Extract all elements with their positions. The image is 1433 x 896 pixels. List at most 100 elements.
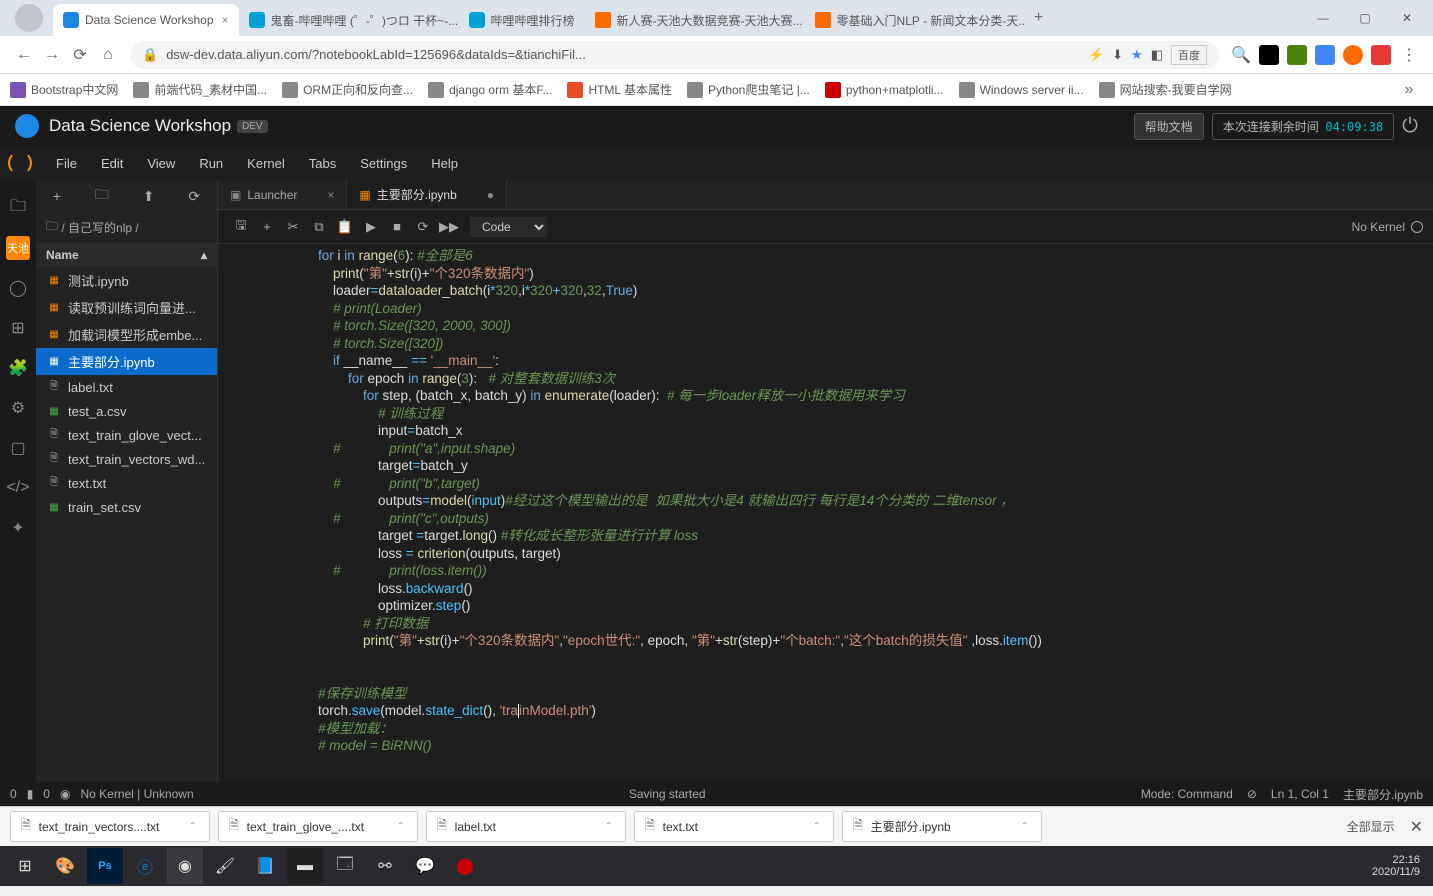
extension-icon[interactable]	[1259, 45, 1279, 65]
column-header-name[interactable]: Name▴	[36, 243, 217, 267]
ie-icon[interactable]: ⓔ	[127, 848, 163, 884]
extension-icon[interactable]	[1371, 45, 1391, 65]
star-icon[interactable]: ★	[1131, 47, 1143, 63]
close-icon[interactable]: ✕	[1386, 4, 1428, 32]
copy-icon[interactable]: ⧉	[306, 214, 332, 240]
app-icon[interactable]: 🖌	[207, 848, 243, 884]
browser-tab[interactable]: 哔哩哔哩排行榜	[459, 4, 585, 36]
menu-tabs[interactable]: Tabs	[297, 156, 348, 171]
chevron-up-icon[interactable]: ˆ	[399, 820, 403, 834]
paste-icon[interactable]: 📋	[332, 214, 358, 240]
browser-tab[interactable]: 新人赛-天池大数据竞赛-天池大赛...	[585, 4, 805, 36]
extension-icon[interactable]	[1315, 45, 1335, 65]
forward-button[interactable]: →	[38, 41, 66, 69]
file-item[interactable]: 🗎label.txt	[36, 375, 217, 399]
terminal-icon[interactable]: ▮	[27, 787, 34, 801]
close-icon[interactable]: ✕	[1410, 817, 1423, 837]
star-icon[interactable]: ✦	[6, 516, 30, 540]
menu-settings[interactable]: Settings	[348, 156, 419, 171]
run-all-icon[interactable]: ▶▶	[436, 214, 462, 240]
lightning-icon[interactable]: ⚡	[1088, 47, 1104, 63]
wechat-icon[interactable]: 💬	[407, 848, 443, 884]
file-item-selected[interactable]: ▦主要部分.ipynb	[36, 348, 217, 375]
tabs-icon[interactable]: ▢	[6, 436, 30, 460]
bookmark-item[interactable]: HTML 基本属性	[567, 81, 672, 98]
download-item[interactable]: 🗎text.txtˆ	[634, 811, 834, 842]
file-item[interactable]: ▦测试.ipynb	[36, 267, 217, 294]
cell-type-select[interactable]: Code	[470, 217, 547, 237]
settings-icon[interactable]: ⚙	[6, 396, 30, 420]
kernel-icon[interactable]: ◉	[60, 787, 70, 801]
new-file-icon[interactable]: 🗀	[95, 184, 109, 208]
folder-icon[interactable]: 🗀	[6, 196, 30, 220]
save-icon[interactable]: 🖫	[228, 214, 254, 240]
browser-tab[interactable]: 零基础入门NLP - 新闻文本分类-天...	[805, 4, 1025, 36]
photoshop-icon[interactable]: Ps	[87, 848, 123, 884]
close-icon[interactable]: ×	[327, 188, 334, 202]
file-item[interactable]: 🗎text.txt	[36, 471, 217, 495]
file-item[interactable]: ▦加载词模型形成embe...	[36, 321, 217, 348]
run-icon[interactable]: ▶	[358, 214, 384, 240]
bookmark-item[interactable]: 网站搜索-我要自学网	[1099, 81, 1232, 98]
terminal-icon[interactable]: ▬	[287, 848, 323, 884]
chevron-up-icon[interactable]: ˆ	[191, 820, 195, 834]
app-icon[interactable]: 🗔	[327, 848, 363, 884]
help-doc-button[interactable]: 帮助文档	[1134, 113, 1204, 140]
download-item[interactable]: 🗎主要部分.ipynbˆ	[842, 811, 1042, 842]
file-item[interactable]: ▦test_a.csv	[36, 399, 217, 423]
ext-icon[interactable]: ◧	[1151, 47, 1163, 63]
file-item[interactable]: ▦读取预训练词向量进...	[36, 294, 217, 321]
maximize-icon[interactable]: ▢	[1344, 4, 1386, 32]
browser-tab[interactable]: 鬼畜-哔哩哔哩 (゜-゜)つロ 干杯~-...	[239, 4, 459, 36]
extension-icon[interactable]: 🧩	[6, 356, 30, 380]
profile-avatar[interactable]	[15, 4, 43, 32]
home-button[interactable]: ⌂	[94, 41, 122, 69]
new-folder-icon[interactable]: +	[53, 188, 61, 204]
editor-tab-notebook[interactable]: ▦ 主要部分.ipynb ●	[347, 180, 507, 209]
upload-icon[interactable]: ⬆	[143, 188, 155, 205]
record-icon[interactable]: ⬤	[447, 848, 483, 884]
add-cell-icon[interactable]: +	[254, 214, 280, 240]
menu-file[interactable]: File	[44, 156, 89, 171]
bookmark-item[interactable]: Python爬虫笔记 |...	[687, 81, 810, 98]
power-icon[interactable]: ⏻	[1402, 115, 1418, 138]
bookmark-item[interactable]: Bootstrap中文网	[10, 81, 118, 98]
app-icon[interactable]: 📘	[247, 848, 283, 884]
download-item[interactable]: 🗎text_train_glove_....txtˆ	[218, 811, 418, 842]
browser-tab-active[interactable]: Data Science Workshop ×	[53, 4, 239, 36]
running-icon[interactable]: ◯	[6, 276, 30, 300]
download-item[interactable]: 🗎text_train_vectors....txtˆ	[10, 811, 210, 842]
tianchi-icon[interactable]: 天池	[6, 236, 30, 260]
bookmark-item[interactable]: python+matplotli...	[825, 82, 944, 98]
app-icon[interactable]: 🎨	[47, 848, 83, 884]
menu-kernel[interactable]: Kernel	[235, 156, 297, 171]
breadcrumb[interactable]: 🗀 / 自己写的nlp /	[36, 212, 217, 243]
file-item[interactable]: 🗎text_train_vectors_wd...	[36, 447, 217, 471]
file-item[interactable]: 🗎text_train_glove_vect...	[36, 423, 217, 447]
bookmark-item[interactable]: ORM正向和反向查...	[282, 81, 413, 98]
chevron-up-icon[interactable]: ˆ	[815, 820, 819, 834]
cut-icon[interactable]: ✂	[280, 214, 306, 240]
address-bar[interactable]: 🔒 dsw-dev.data.aliyun.com/?notebookLabId…	[130, 41, 1219, 69]
unsaved-dot-icon[interactable]: ●	[487, 188, 494, 202]
system-clock[interactable]: 22:162020/11/9	[1372, 854, 1428, 878]
code-editor[interactable]: for i in range(6): #全部是6 print("第"+str(i…	[218, 244, 1433, 782]
refresh-icon[interactable]: ⟳	[188, 188, 200, 205]
app-icon[interactable]: ⚯	[367, 848, 403, 884]
bookmarks-overflow-icon[interactable]: »	[1395, 76, 1423, 104]
bookmark-item[interactable]: 前端代码_素材中国...	[133, 81, 267, 98]
notification-icon[interactable]: ⊘	[1247, 787, 1257, 801]
editor-tab-launcher[interactable]: ▣ Launcher ×	[218, 180, 347, 209]
chevron-up-icon[interactable]: ˆ	[607, 820, 611, 834]
extension-icon[interactable]	[1287, 45, 1307, 65]
start-menu-icon[interactable]: ⊞	[7, 848, 43, 884]
search-icon[interactable]: 🔍	[1227, 41, 1255, 69]
menu-icon[interactable]: ⋮	[1395, 41, 1423, 69]
stop-icon[interactable]: ■	[384, 214, 410, 240]
download-icon[interactable]: ⬇	[1112, 47, 1123, 63]
back-button[interactable]: ←	[10, 41, 38, 69]
bookmark-item[interactable]: django orm 基本F...	[428, 81, 552, 98]
menu-edit[interactable]: Edit	[89, 156, 135, 171]
show-all-downloads[interactable]: 全部显示	[1347, 818, 1395, 835]
menu-help[interactable]: Help	[419, 156, 470, 171]
